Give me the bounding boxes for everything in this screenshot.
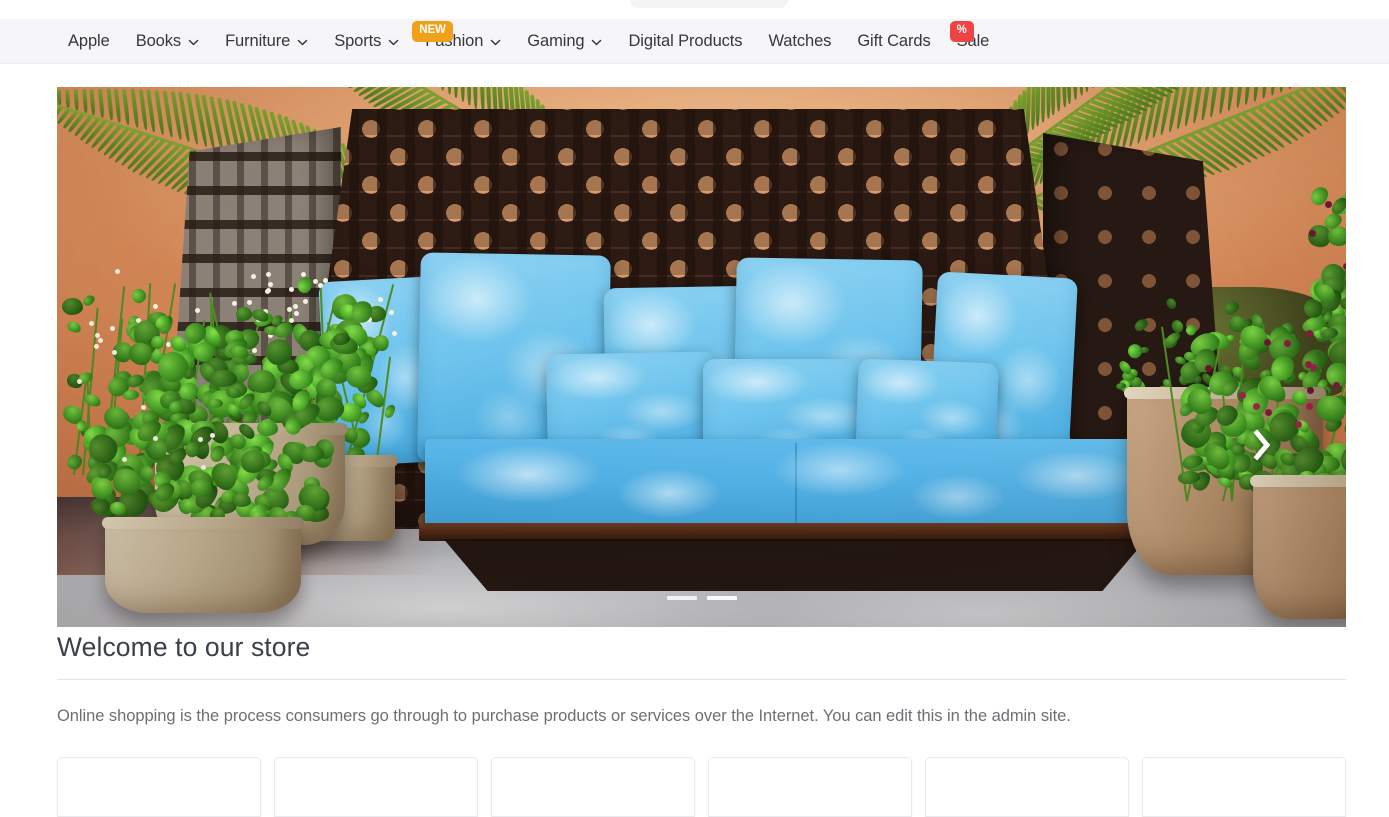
nav-item-furniture[interactable]: Furniture bbox=[212, 19, 321, 64]
nav-item-books[interactable]: Books bbox=[123, 19, 212, 64]
outdoor-daybed bbox=[293, 109, 1083, 579]
nav-item-gift-cards[interactable]: Gift Cards bbox=[844, 19, 943, 64]
nav-item-label: Gift Cards bbox=[857, 32, 930, 51]
section-divider bbox=[57, 679, 1346, 680]
slider-indicator-group bbox=[667, 596, 737, 600]
featured-products-row bbox=[57, 757, 1346, 817]
chevron-right-icon bbox=[1252, 429, 1272, 461]
nav-item-label: Gaming bbox=[527, 32, 584, 51]
badge-discount-percent: % bbox=[950, 21, 974, 42]
category-navigation-bar: Apple Books Furniture Sports NEW Fashion bbox=[0, 19, 1389, 64]
slider-next-button[interactable] bbox=[1240, 417, 1284, 473]
product-card[interactable] bbox=[491, 757, 695, 817]
nav-item-watches[interactable]: Watches bbox=[755, 19, 844, 64]
product-card[interactable] bbox=[1142, 757, 1346, 817]
nav-item-label: Watches bbox=[768, 32, 831, 51]
product-card[interactable] bbox=[274, 757, 478, 817]
nav-item-fashion[interactable]: NEW Fashion bbox=[412, 19, 514, 64]
product-card[interactable] bbox=[57, 757, 261, 817]
hero-slider[interactable] bbox=[57, 87, 1346, 627]
chevron-down-icon bbox=[490, 37, 501, 48]
nav-item-label: Digital Products bbox=[628, 32, 742, 51]
welcome-description: Online shopping is the process consumers… bbox=[57, 705, 1346, 728]
planter-pot bbox=[1253, 475, 1346, 619]
seat-cushion bbox=[425, 439, 1165, 527]
welcome-section: Welcome to our store Online shopping is … bbox=[57, 627, 1346, 728]
nav-item-label: Fashion bbox=[425, 32, 483, 51]
product-card[interactable] bbox=[925, 757, 1129, 817]
slider-indicator-2[interactable] bbox=[707, 596, 737, 600]
top-clipped-element bbox=[630, 0, 788, 8]
planter-pot bbox=[105, 517, 301, 613]
hero-banner-image bbox=[57, 87, 1346, 627]
nav-item-sale[interactable]: % Sale bbox=[944, 19, 1003, 64]
nav-item-label: Furniture bbox=[225, 32, 290, 51]
page-title: Welcome to our store bbox=[57, 627, 1346, 664]
nav-item-label: Sports bbox=[334, 32, 381, 51]
chevron-down-icon bbox=[188, 37, 199, 48]
chevron-down-icon bbox=[388, 37, 399, 48]
badge-new: NEW bbox=[412, 21, 453, 42]
nav-item-gaming[interactable]: Gaming bbox=[514, 19, 615, 64]
nav-item-label: Books bbox=[136, 32, 181, 51]
chevron-down-icon bbox=[591, 37, 602, 48]
woven-base-skirt bbox=[429, 539, 1161, 591]
nav-item-sports[interactable]: Sports bbox=[321, 19, 412, 64]
category-nav-list: Apple Books Furniture Sports NEW Fashion bbox=[57, 19, 1002, 64]
nav-item-digital-products[interactable]: Digital Products bbox=[615, 19, 755, 64]
wooden-base-rail bbox=[419, 523, 1171, 541]
chevron-down-icon bbox=[297, 37, 308, 48]
product-card[interactable] bbox=[708, 757, 912, 817]
slider-indicator-1[interactable] bbox=[667, 596, 697, 600]
nav-item-apple[interactable]: Apple bbox=[57, 19, 123, 64]
nav-item-label: Apple bbox=[68, 32, 110, 51]
nav-item-label: Sale bbox=[957, 32, 990, 51]
